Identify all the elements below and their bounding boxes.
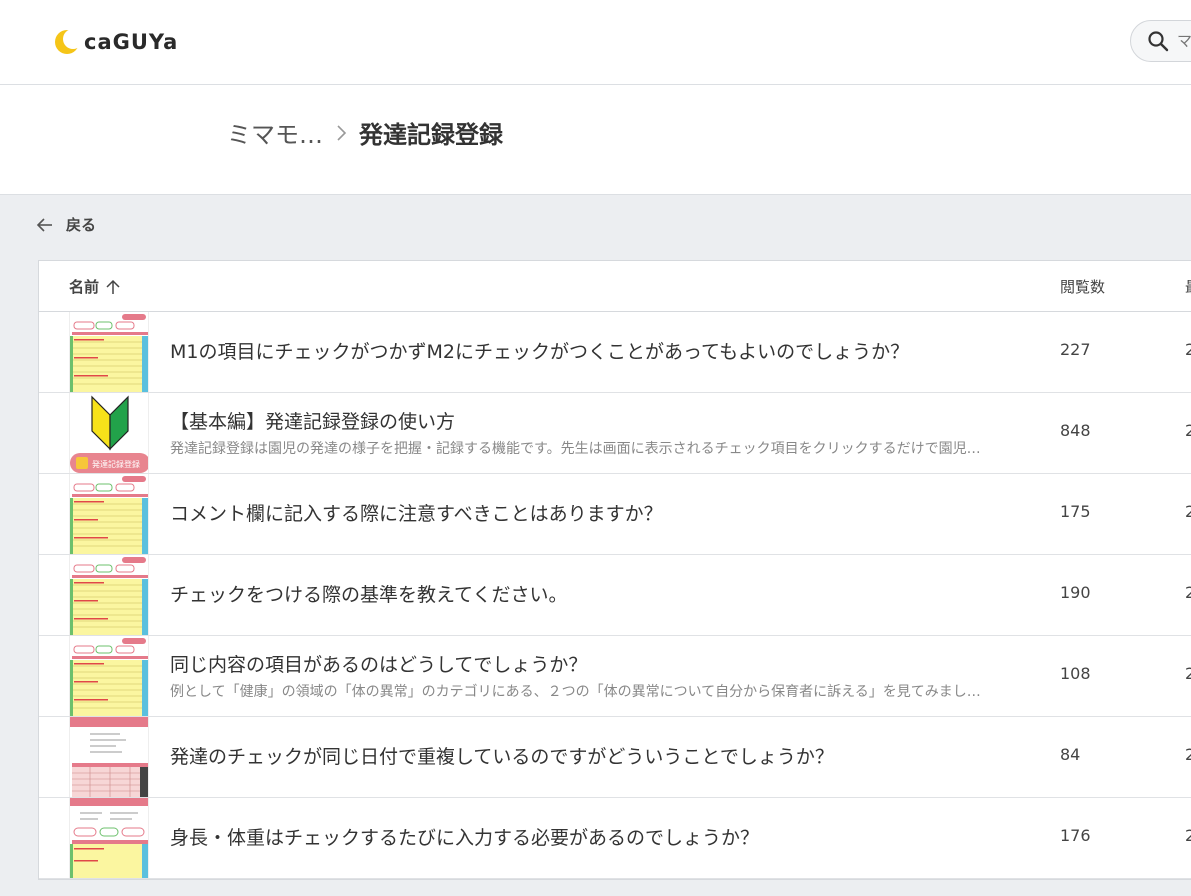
table-row[interactable]: 発達記録登録 【基本編】発達記録登録の使い方 発達記録登録は園児の発達の様子を把… — [39, 393, 1191, 474]
title-bar: ミマモ… 発達記録登録 — [0, 85, 1191, 195]
breadcrumb: ミマモ… 発達記録登録 — [227, 115, 503, 150]
back-button[interactable]: 戻る — [36, 214, 96, 235]
article-title-link[interactable]: チェックをつける際の基準を教えてください。 — [170, 580, 567, 607]
article-thumbnail[interactable] — [69, 312, 149, 392]
article-title-link[interactable]: 身長・体重はチェックするたびに入力する必要があるのでしょうか？ — [170, 823, 759, 850]
updated-date: 2 — [1185, 745, 1191, 764]
table-row[interactable]: 発達のチェックが同じ日付で重複しているのですがどういうことでしょうか？ 84 2 — [39, 717, 1191, 798]
article-title-link[interactable]: M1の項目にチェックがつかずM2にチェックがつくことがあってもよいのでしょうか？ — [170, 337, 909, 364]
article-thumbnail[interactable]: 発達記録登録 — [69, 393, 149, 473]
page-title: 発達記録登録 — [359, 121, 503, 149]
logo-text: caGUYa — [84, 30, 179, 54]
thumbnail-image — [70, 474, 148, 554]
view-count: 175 — [1060, 502, 1091, 521]
chevron-right-icon — [337, 124, 347, 141]
article-thumbnail[interactable] — [69, 798, 149, 878]
column-header-views[interactable]: 閲覧数 — [1060, 276, 1105, 297]
updated-date: 2 — [1185, 421, 1191, 440]
sort-arrow-up-icon — [106, 279, 120, 294]
view-count: 190 — [1060, 583, 1091, 602]
article-thumbnail[interactable] — [69, 717, 149, 797]
thumbnail-image: 発達記録登録 — [70, 393, 148, 473]
thumbnail-image — [70, 312, 148, 392]
caguya-logo[interactable]: caGUYa — [54, 27, 178, 57]
article-description: 発達記録登録は園児の発達の様子を把握・記録する機能です。先生は画面に表示されるチ… — [170, 441, 981, 457]
article-title-link[interactable]: コメント欄に記入する際に注意すべきことはありますか？ — [170, 499, 663, 526]
thumbnail-image — [70, 717, 148, 797]
view-count: 227 — [1060, 340, 1091, 359]
view-count: 108 — [1060, 664, 1091, 683]
table-header: 名前 閲覧数 最 — [39, 261, 1191, 312]
search-icon — [1148, 31, 1169, 52]
article-title-link[interactable]: 【基本編】発達記録登録の使い方 — [170, 407, 455, 434]
top-header: caGUYa — [0, 0, 1191, 85]
column-name-label: 名前 — [69, 278, 100, 296]
article-table: 名前 閲覧数 最 M1の項目にチェックがつかずM2にチェックがつくことがあっても… — [38, 260, 1191, 880]
article-thumbnail[interactable] — [69, 555, 149, 635]
updated-date: 2 — [1185, 826, 1191, 845]
article-thumbnail[interactable] — [69, 636, 149, 716]
updated-date: 2 — [1185, 583, 1191, 602]
moon-icon — [55, 29, 80, 54]
back-label: 戻る — [66, 216, 97, 234]
column-header-name[interactable]: 名前 — [69, 276, 121, 297]
thumbnail-image — [70, 555, 148, 635]
column-header-date[interactable]: 最 — [1185, 276, 1191, 297]
article-description: 例として「健康」の領域の「体の異常」のカテゴリにある、２つの「体の異常について自… — [170, 684, 981, 700]
table-row[interactable]: コメント欄に記入する際に注意すべきことはありますか？ 175 2 — [39, 474, 1191, 555]
updated-date: 2 — [1185, 502, 1191, 521]
view-count: 84 — [1060, 745, 1081, 764]
table-row[interactable]: 身長・体重はチェックするたびに入力する必要があるのでしょうか？ 176 2 — [39, 798, 1191, 879]
thumbnail-label: 発達記録登録 — [92, 459, 140, 469]
view-count: 176 — [1060, 826, 1091, 845]
article-thumbnail[interactable] — [69, 474, 149, 554]
breadcrumb-parent[interactable]: ミマモ… — [227, 115, 323, 150]
search-input[interactable] — [1175, 31, 1191, 51]
search-box[interactable] — [1130, 20, 1191, 62]
updated-date: 2 — [1185, 340, 1191, 359]
table-row[interactable]: チェックをつける際の基準を教えてください。 190 2 — [39, 555, 1191, 636]
view-count: 848 — [1060, 421, 1091, 440]
table-body: M1の項目にチェックがつかずM2にチェックがつくことがあってもよいのでしょうか？… — [39, 312, 1191, 879]
updated-date: 2 — [1185, 664, 1191, 683]
table-row[interactable]: M1の項目にチェックがつかずM2にチェックがつくことがあってもよいのでしょうか？… — [39, 312, 1191, 393]
article-title-link[interactable]: 発達のチェックが同じ日付で重複しているのですがどういうことでしょうか？ — [170, 742, 834, 769]
thumbnail-image — [70, 636, 148, 716]
table-row[interactable]: 同じ内容の項目があるのはどうしてでしょうか？ 例として「健康」の領域の「体の異常… — [39, 636, 1191, 717]
thumbnail-image — [70, 798, 148, 878]
article-title-link[interactable]: 同じ内容の項目があるのはどうしてでしょうか？ — [170, 650, 587, 677]
arrow-left-icon — [36, 217, 52, 232]
